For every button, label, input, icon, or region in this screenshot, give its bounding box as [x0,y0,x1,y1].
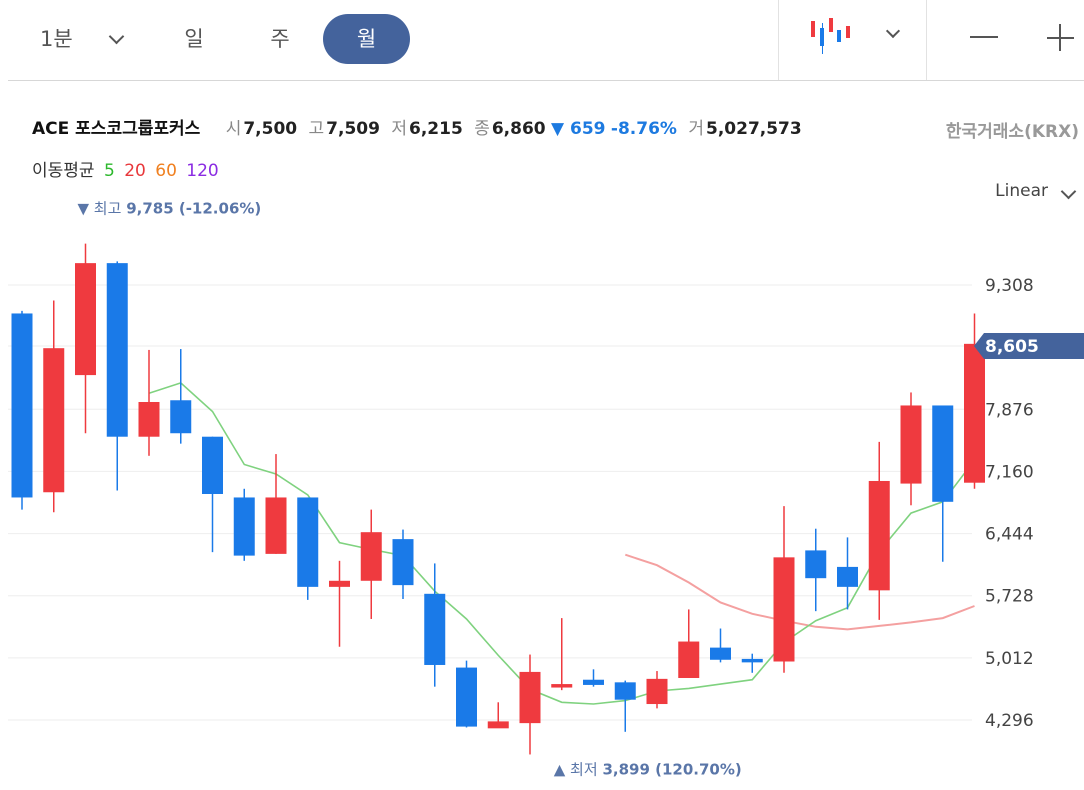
close-price: 6,860 [491,119,546,139]
candle-down[interactable] [202,436,223,553]
ma20-line [624,553,975,631]
chevron-down-icon[interactable] [108,28,125,45]
y-tick-label: 5,728 [985,587,1034,607]
candle-up[interactable] [138,349,160,456]
y-tick-label: 5,012 [985,649,1034,669]
candlestick-chart[interactable]: 9,308 7,876 7,160 6,444 5,728 5,012 4,296 8,60… [0,200,1084,790]
candle-down[interactable] [392,529,414,600]
open-label: 시 [225,119,242,139]
ma-period-5: 5 [103,161,115,181]
tab-timeframe-month[interactable]: 월 [323,14,410,64]
candle-up[interactable] [75,243,96,434]
stock-info-line: ACE 포스코그룹포커스 시 7,500 고 7,509 저 6,215 종 6,860… [32,114,802,139]
open-price: 7,500 [243,119,298,139]
volume-value: 5,027,573 [706,119,802,139]
chevron-down-icon[interactable] [1060,183,1077,200]
candle-down[interactable] [805,528,827,612]
toolbar-divider [926,0,927,80]
candle-up[interactable] [646,671,668,709]
candle-up[interactable] [678,609,700,678]
tab-timeframe-week[interactable]: 주 [258,14,302,64]
candle-up[interactable] [360,509,382,619]
toolbar-divider-line [8,80,1084,81]
price-change-pct: -8.76% [610,119,677,139]
candle-down[interactable] [233,488,255,561]
ma-period-20: 20 [124,161,146,181]
close-label: 종 [474,119,490,139]
low-label: 저 [391,119,407,139]
low-price: 6,215 [409,119,463,139]
scale-selector[interactable]: Linear [995,181,1048,201]
high-label: 고 [308,119,325,139]
candlestick-icon[interactable] [808,16,852,56]
volume-label: 거 [688,119,704,139]
candle-down[interactable] [297,497,319,600]
candle-up[interactable] [43,300,65,513]
y-tick-label: 6,444 [985,525,1034,545]
candle-down[interactable] [932,405,954,562]
y-tick-label: 9,308 [985,276,1034,296]
tab-timeframe-1min[interactable]: 1분 [40,14,98,64]
minus-icon[interactable] [970,36,998,38]
ma-period-120: 120 [186,161,219,181]
candle-up[interactable] [519,654,541,755]
candle-up[interactable] [900,392,922,506]
candle-down[interactable] [11,310,33,510]
chart-toolbar: 1분 일 주 월 [0,0,1084,81]
moving-average-legend[interactable]: 이동평균 5 20 60 120 [32,156,219,181]
stock-name: ACE 포스코그룹포커스 [32,119,201,139]
tab-timeframe-day[interactable]: 일 [172,14,216,64]
candle-down[interactable] [456,660,477,728]
candle-up[interactable] [551,618,573,691]
price-change: ▼ 659 [551,119,606,139]
ma-label: 이동평균 [32,161,95,181]
ma-period-60: 60 [155,161,177,181]
candle-up[interactable] [487,702,509,729]
high-price: 7,509 [326,119,380,139]
candle-down[interactable] [106,261,128,491]
current-price-label: 8,605 [985,337,1039,357]
candle-up[interactable] [868,441,890,620]
candle-down[interactable] [170,349,192,444]
y-tick-label: 4,296 [985,711,1034,731]
low-price-annotation: ▲ 최저 3,899 (120.70%) [554,760,742,778]
chevron-down-icon[interactable] [885,23,901,39]
exchange-name: 한국거래소(KRX) [945,122,1079,142]
y-tick-label: 7,876 [985,400,1034,420]
candle-down[interactable] [837,537,858,610]
candle-up[interactable] [329,560,350,647]
high-price-annotation: ▼ 최고 9,785 (-12.06%) [78,200,262,218]
y-tick-label: 7,160 [985,462,1034,482]
candle-down[interactable] [710,628,731,663]
candle-down[interactable] [614,680,636,732]
candle-up[interactable] [265,454,287,554]
candle-up[interactable] [773,506,795,673]
toolbar-divider [778,0,779,80]
candle-down[interactable] [583,669,604,687]
